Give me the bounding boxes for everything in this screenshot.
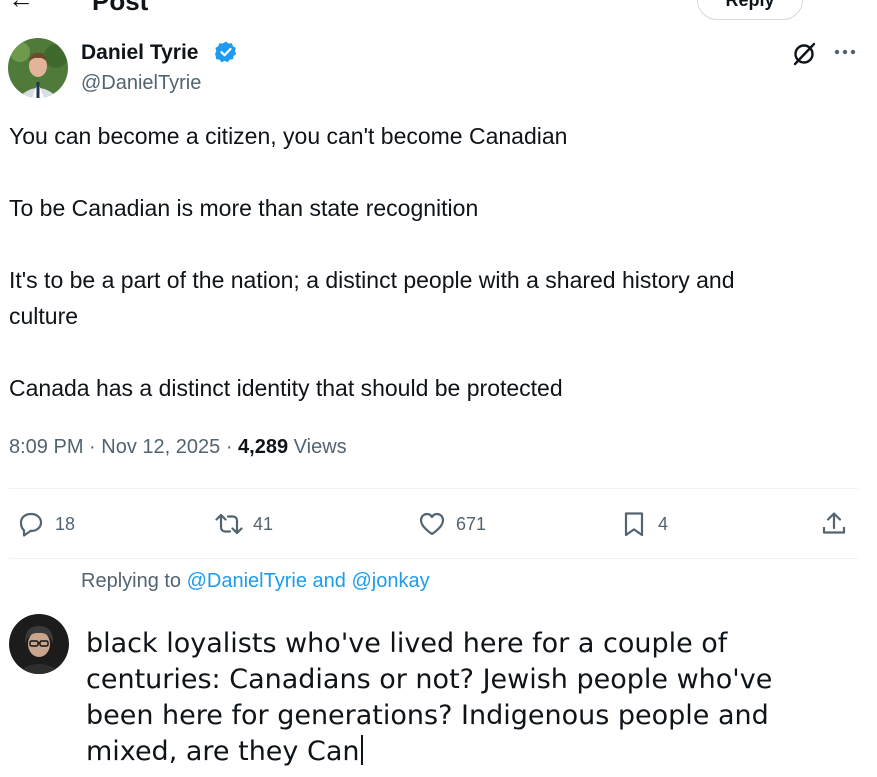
post-metadata: 8:09 PM · Nov 12, 2025 · 4,289 Views bbox=[9, 432, 347, 462]
views-count: 4,289 bbox=[238, 436, 289, 458]
grok-icon[interactable] bbox=[790, 40, 818, 68]
post-time[interactable]: 8:09 PM bbox=[9, 436, 83, 458]
author-avatar-image bbox=[8, 38, 68, 98]
page-title: Post bbox=[92, 0, 149, 16]
replying-to-line: Replying to @DanielTyrie and @jonkay bbox=[81, 567, 430, 595]
back-arrow-icon[interactable]: ← bbox=[8, 0, 34, 12]
reply-draft-line[interactable]: mixed, are they Can bbox=[86, 736, 360, 767]
reply-draft-line[interactable]: centuries: Canadians or not? Jewish peop… bbox=[86, 662, 772, 698]
reply-action[interactable]: 18 bbox=[17, 506, 75, 542]
text-caret bbox=[360, 735, 363, 765]
reply-draft-last-line[interactable]: mixed, are they Can bbox=[86, 734, 363, 770]
bookmark-action[interactable]: 4 bbox=[620, 506, 668, 542]
share-icon bbox=[822, 512, 846, 534]
heart-icon bbox=[419, 512, 445, 536]
author-name[interactable]: Daniel Tyrie bbox=[81, 40, 199, 66]
post-text-line: culture bbox=[9, 303, 79, 329]
repost-icon bbox=[215, 513, 243, 535]
like-action[interactable]: 671 bbox=[418, 506, 486, 542]
bookmark-count: 4 bbox=[658, 513, 669, 534]
post-text-line: You can become a citizen, you can't beco… bbox=[9, 123, 568, 149]
reply-count: 18 bbox=[55, 513, 76, 534]
repost-action[interactable]: 41 bbox=[215, 506, 273, 542]
reply-draft-line[interactable]: been here for generations? Indigenous pe… bbox=[86, 698, 769, 734]
divider bbox=[9, 488, 858, 489]
reply-mentions-link[interactable]: @DanielTyrie and @jonkay bbox=[187, 570, 430, 592]
replying-to-label: Replying to bbox=[81, 570, 182, 592]
author-avatar[interactable] bbox=[8, 38, 68, 98]
post-date[interactable]: Nov 12, 2025 bbox=[101, 436, 220, 458]
post-text-line: Canada has a distinct identity that shou… bbox=[9, 375, 563, 401]
bookmark-icon bbox=[624, 512, 644, 537]
separator-dot: · bbox=[225, 436, 239, 458]
user-avatar-image bbox=[9, 614, 69, 674]
verified-badge-icon bbox=[215, 41, 237, 63]
repost-count: 41 bbox=[253, 513, 274, 534]
reply-draft-line[interactable]: black loyalists who've lived here for a … bbox=[86, 626, 727, 662]
reply-icon bbox=[19, 512, 43, 537]
separator-dot: · bbox=[89, 436, 102, 458]
user-avatar[interactable] bbox=[9, 614, 69, 674]
views-label: Views bbox=[293, 436, 347, 458]
more-options-icon[interactable] bbox=[832, 42, 858, 62]
share-action[interactable] bbox=[820, 506, 858, 542]
like-count: 671 bbox=[456, 513, 487, 534]
post-text-line: It's to be a part of the nation; a disti… bbox=[9, 267, 735, 293]
options-icon[interactable] bbox=[818, 0, 846, 8]
author-handle[interactable]: @DanielTyrie bbox=[81, 70, 201, 96]
reply-header-button[interactable]: Reply bbox=[697, 0, 803, 20]
divider bbox=[9, 558, 858, 559]
post-text-line: To be Canadian is more than state recogn… bbox=[9, 195, 479, 221]
